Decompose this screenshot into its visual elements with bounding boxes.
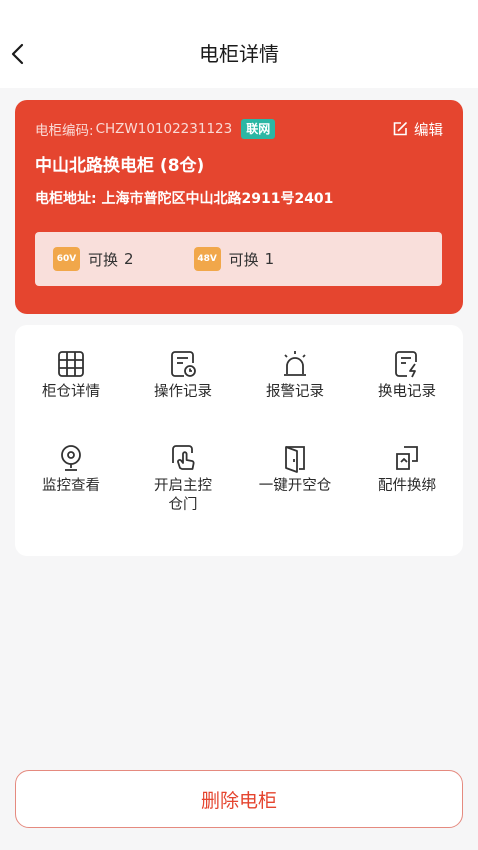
- func-label: 一键开空仓: [258, 478, 332, 494]
- address-value: 上海市普陀区中山北路2911号2401: [101, 191, 334, 207]
- cabinet-address: 电柜地址: 上海市普陀区中山北路2911号2401: [35, 188, 333, 210]
- swappable-count: 2: [124, 250, 134, 268]
- func-label: 柜仓详情: [42, 384, 100, 400]
- func-alarm-log[interactable]: 报警记录: [239, 349, 351, 402]
- func-label: 配件换绑: [378, 478, 436, 494]
- header: 电柜详情: [0, 0, 478, 88]
- func-compartment-details[interactable]: 柜仓详情: [15, 349, 127, 402]
- func-open-empty-slots[interactable]: 一键开空仓: [239, 443, 351, 496]
- func-swap-log[interactable]: 换电记录: [351, 349, 463, 402]
- door-icon: [285, 446, 305, 473]
- func-open-main-door[interactable]: 开启主控 仓门: [127, 443, 239, 515]
- delete-cabinet-label: 删除电柜: [200, 789, 277, 812]
- function-grid: 柜仓详情 操作记录 报警记录 换电记录 监控查看 开启主控 仓门 一键开空仓 配…: [15, 325, 463, 556]
- grid-icon: [58, 351, 84, 377]
- battery-availability: 60V 可换 2 48V 可换 1: [35, 232, 442, 286]
- swappable-label: 可换: [228, 250, 259, 269]
- battery-60v: 60V 可换 2: [53, 247, 134, 271]
- voltage-badge: 48V: [193, 247, 221, 271]
- delete-cabinet-button[interactable]: 删除电柜: [15, 770, 463, 828]
- cabinet-name: 中山北路换电柜 (8仓): [35, 156, 205, 176]
- func-label: 换电记录: [378, 384, 436, 400]
- func-label: 操作记录: [154, 384, 212, 400]
- voltage-badge: 60V: [53, 247, 80, 271]
- address-label: 电柜地址:: [35, 191, 97, 207]
- func-monitor[interactable]: 监控查看: [15, 443, 127, 496]
- battery-48v: 48V 可换 1: [193, 247, 275, 271]
- cabinet-code: CHZW10102231123: [95, 121, 233, 137]
- page: 电柜详情 电柜编码: CHZW10102231123 联网 编辑 中山北路换电柜…: [0, 0, 478, 850]
- func-label: 报警记录: [266, 384, 324, 400]
- edit-button[interactable]: 编辑: [392, 118, 443, 140]
- camera-icon: [61, 445, 81, 471]
- cabinet-card: 电柜编码: CHZW10102231123 联网 编辑 中山北路换电柜 (8仓)…: [15, 100, 463, 314]
- log-clock-icon: [171, 351, 196, 377]
- edit-label: 编辑: [414, 122, 443, 139]
- swappable-label: 可换: [88, 250, 119, 269]
- edit-icon: [393, 122, 407, 136]
- func-part-rebind[interactable]: 配件换绑: [351, 443, 463, 496]
- cabinet-code-label: 电柜编码:: [35, 123, 94, 139]
- swappable-count: 1: [264, 250, 275, 268]
- online-status-badge: 联网: [241, 119, 276, 139]
- func-operation-log[interactable]: 操作记录: [127, 349, 239, 402]
- hand-tap-icon: [172, 445, 195, 470]
- cabinet-code-row: 电柜编码: CHZW10102231123 联网 编辑: [35, 118, 443, 140]
- rebind-icon: [396, 446, 418, 470]
- swap-record-icon: [395, 351, 417, 378]
- func-label: 开启主控 仓门: [154, 478, 212, 513]
- page-title: 电柜详情: [199, 42, 279, 66]
- func-label: 监控查看: [42, 478, 100, 494]
- alarm-icon: [284, 351, 306, 376]
